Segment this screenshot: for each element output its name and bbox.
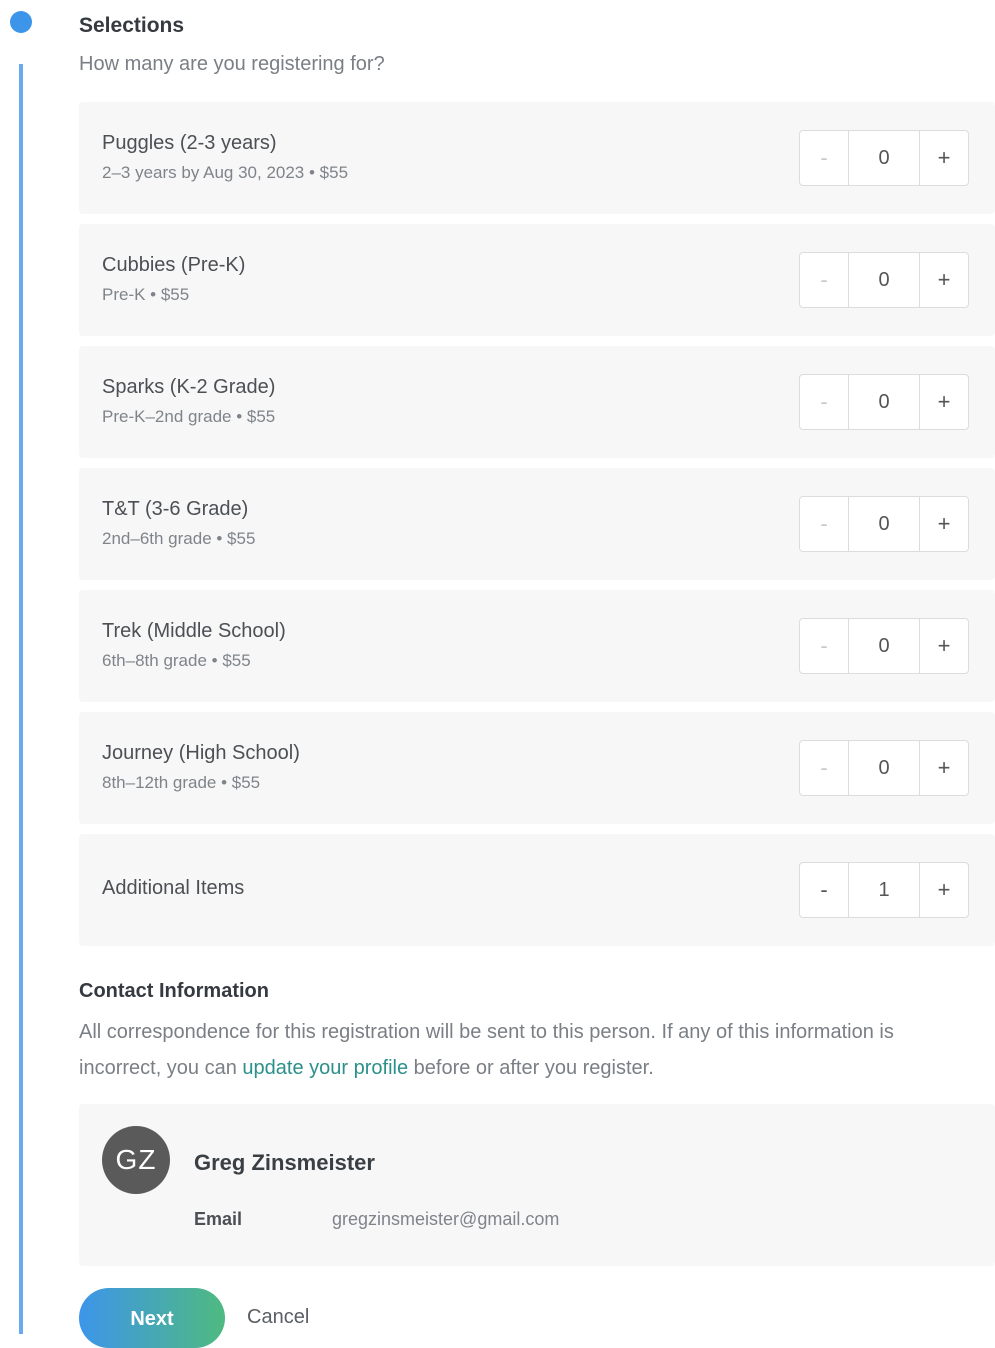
increment-button[interactable]: + — [920, 619, 968, 673]
quantity-stepper: - 0 + — [799, 130, 969, 186]
update-profile-link[interactable]: update your profile — [242, 1057, 408, 1079]
increment-button[interactable]: + — [920, 253, 968, 307]
increment-button[interactable]: + — [920, 497, 968, 551]
quantity-stepper: - 1 + — [799, 862, 969, 918]
decrement-button[interactable]: - — [800, 497, 848, 551]
selection-detail: 6th–8th grade • $55 — [102, 651, 251, 670]
selection-row-additional-items: Additional Items - 1 + — [79, 834, 995, 946]
decrement-button[interactable]: - — [800, 375, 848, 429]
step-indicator-dot — [10, 11, 32, 33]
selection-row-trek: Trek (Middle School) 6th–8th grade • $55… — [79, 590, 995, 702]
quantity-stepper: - 0 + — [799, 740, 969, 796]
contact-card: GZ Greg Zinsmeister Email gregzinsmeiste… — [79, 1104, 995, 1266]
avatar: GZ — [102, 1126, 170, 1194]
selection-name: Cubbies (Pre-K) — [102, 254, 246, 276]
next-button[interactable]: Next — [79, 1288, 225, 1348]
selection-list: Puggles (2-3 years) 2–3 years by Aug 30,… — [79, 102, 995, 956]
contact-information-text: All correspondence for this registration… — [79, 1014, 939, 1086]
increment-button[interactable]: + — [920, 863, 968, 917]
quantity-value[interactable]: 0 — [848, 619, 920, 673]
selection-name: Puggles (2-3 years) — [102, 132, 277, 154]
contact-text-after: before or after you register. — [408, 1057, 654, 1079]
selection-detail: 2nd–6th grade • $55 — [102, 529, 256, 548]
quantity-value[interactable]: 0 — [848, 253, 920, 307]
decrement-button[interactable]: - — [800, 131, 848, 185]
selection-row-tt: T&T (3-6 Grade) 2nd–6th grade • $55 - 0 … — [79, 468, 995, 580]
quantity-stepper: - 0 + — [799, 618, 969, 674]
quantity-stepper: - 0 + — [799, 496, 969, 552]
selection-name: Trek (Middle School) — [102, 620, 286, 642]
quantity-value[interactable]: 0 — [848, 497, 920, 551]
selection-name: Journey (High School) — [102, 742, 300, 764]
decrement-button[interactable]: - — [800, 253, 848, 307]
selection-name: Additional Items — [102, 877, 245, 899]
contact-name: Greg Zinsmeister — [194, 1150, 375, 1175]
increment-button[interactable]: + — [920, 131, 968, 185]
selection-name: Sparks (K-2 Grade) — [102, 376, 276, 398]
selection-detail: 8th–12th grade • $55 — [102, 773, 261, 792]
email-value: gregzinsmeister@gmail.com — [332, 1209, 560, 1229]
decrement-button[interactable]: - — [800, 741, 848, 795]
selection-row-sparks: Sparks (K-2 Grade) Pre-K–2nd grade • $55… — [79, 346, 995, 458]
selection-detail: Pre-K–2nd grade • $55 — [102, 407, 276, 426]
decrement-button[interactable]: - — [800, 863, 848, 917]
selection-detail: Pre-K • $55 — [102, 285, 190, 304]
increment-button[interactable]: + — [920, 741, 968, 795]
quantity-stepper: - 0 + — [799, 374, 969, 430]
decrement-button[interactable]: - — [800, 619, 848, 673]
selection-row-puggles: Puggles (2-3 years) 2–3 years by Aug 30,… — [79, 102, 995, 214]
selection-row-journey: Journey (High School) 8th–12th grade • $… — [79, 712, 995, 824]
step-progress-line — [19, 64, 23, 1334]
quantity-value[interactable]: 0 — [848, 375, 920, 429]
quantity-value[interactable]: 1 — [848, 863, 920, 917]
selection-row-cubbies: Cubbies (Pre-K) Pre-K • $55 - 0 + — [79, 224, 995, 336]
quantity-value[interactable]: 0 — [848, 741, 920, 795]
selection-detail: 2–3 years by Aug 30, 2023 • $55 — [102, 163, 349, 182]
cancel-button[interactable]: Cancel — [247, 1306, 309, 1329]
selection-name: T&T (3-6 Grade) — [102, 498, 249, 520]
selections-subtitle: How many are you registering for? — [79, 53, 385, 75]
quantity-value[interactable]: 0 — [848, 131, 920, 185]
email-label: Email — [194, 1209, 243, 1229]
increment-button[interactable]: + — [920, 375, 968, 429]
contact-information-title: Contact Information — [79, 980, 269, 1002]
selections-title: Selections — [79, 14, 185, 37]
quantity-stepper: - 0 + — [799, 252, 969, 308]
